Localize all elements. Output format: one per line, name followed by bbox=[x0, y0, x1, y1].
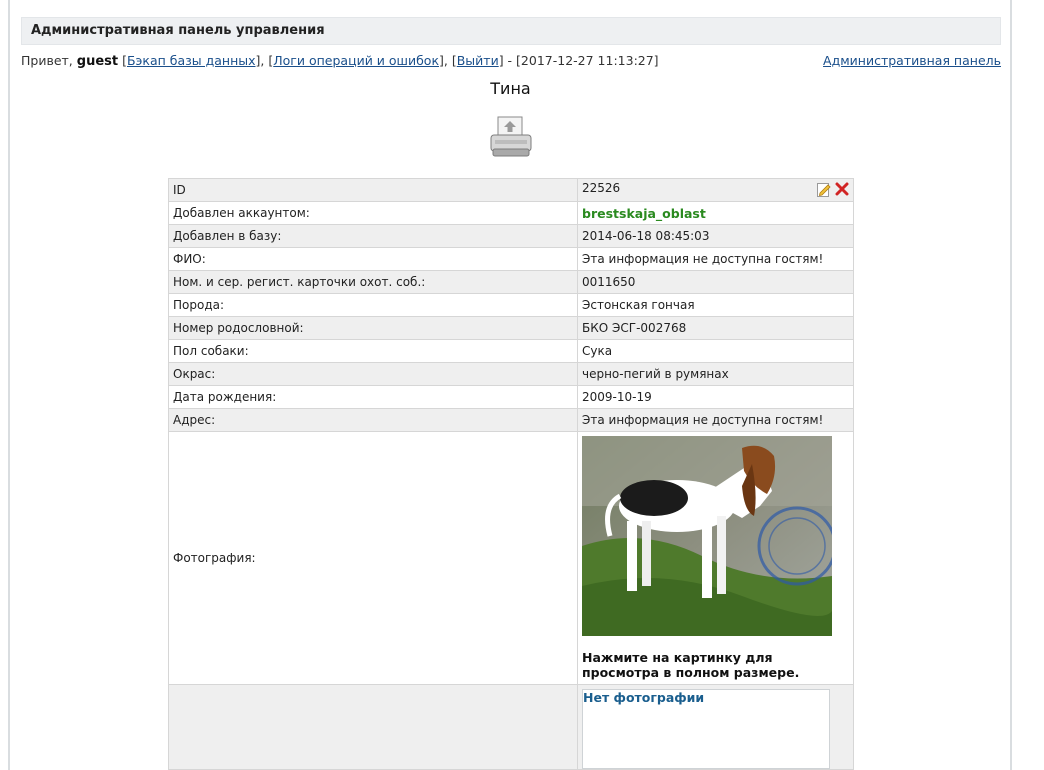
table-row: Номер родословной: БКО ЭСГ-002768 bbox=[168, 316, 854, 340]
row-label: Порода: bbox=[168, 293, 578, 317]
row-label: Пол собаки: bbox=[168, 339, 578, 363]
table-row: Нет фотографии bbox=[168, 684, 854, 770]
row-label: ID bbox=[168, 178, 578, 202]
no-photo-text: Нет фотографии bbox=[583, 690, 705, 705]
account-name: brestskaja_oblast bbox=[582, 205, 706, 221]
record-table: ID 22526 Добавлен аккаунтом: brestskaja_… bbox=[168, 178, 854, 770]
row-label: Фотография: bbox=[168, 431, 578, 685]
row-value: 2009-10-19 bbox=[577, 385, 854, 409]
row-label: Добавлен аккаунтом: bbox=[168, 201, 578, 225]
table-row: ID 22526 bbox=[168, 178, 854, 202]
no-photo-cell: Нет фотографии bbox=[577, 684, 854, 770]
backup-link[interactable]: Бэкап базы данных bbox=[127, 53, 256, 68]
row-label: Ном. и сер. регист. карточки охот. соб.: bbox=[168, 270, 578, 294]
printer-icon[interactable] bbox=[489, 115, 533, 159]
id-value: 22526 bbox=[582, 180, 621, 195]
table-row: Окрас: черно-пегий в румянах bbox=[168, 362, 854, 386]
panel-title: Административная панель управления bbox=[31, 23, 325, 38]
record-title: Тина bbox=[490, 79, 531, 98]
photo-cell: Нажмите на картинку для просмотра в полн… bbox=[577, 431, 854, 685]
user-status-line: Привет, guest [Бэкап базы данных], [Логи… bbox=[21, 52, 1001, 70]
table-row: Добавлен в базу: 2014-06-18 08:45:03 bbox=[168, 224, 854, 248]
row-label: Адрес: bbox=[168, 408, 578, 432]
table-row: Порода: Эстонская гончая bbox=[168, 293, 854, 317]
row-value: БКО ЭСГ-002768 bbox=[577, 316, 854, 340]
admin-panel-link[interactable]: Административная панель bbox=[823, 52, 1001, 70]
row-actions bbox=[817, 182, 849, 200]
row-value: Эстонская гончая bbox=[577, 293, 854, 317]
row-value: 0011650 bbox=[577, 270, 854, 294]
table-row: Добавлен аккаунтом: brestskaja_oblast bbox=[168, 201, 854, 225]
logout-link[interactable]: Выйти bbox=[457, 53, 499, 68]
username: guest bbox=[76, 54, 119, 69]
row-label: Окрас: bbox=[168, 362, 578, 386]
row-label: Дата рождения: bbox=[168, 385, 578, 409]
dog-photo[interactable] bbox=[582, 436, 837, 636]
greeting-text: Привет, bbox=[21, 53, 73, 68]
row-value: 22526 bbox=[577, 178, 854, 202]
row-value: Эта информация не доступна гостям! bbox=[577, 247, 854, 271]
table-row: Дата рождения: 2009-10-19 bbox=[168, 385, 854, 409]
no-photo-box: Нет фотографии bbox=[582, 689, 830, 769]
table-row: Фотография: Нажмите на картинку для прос… bbox=[168, 431, 854, 685]
row-value: черно-пегий в румянах bbox=[577, 362, 854, 386]
table-row: Адрес: Эта информация не доступна гостям… bbox=[168, 408, 854, 432]
timestamp: [2017-12-27 11:13:27] bbox=[516, 53, 659, 68]
edit-icon[interactable] bbox=[817, 182, 831, 200]
logs-link[interactable]: Логи операций и ошибок bbox=[273, 53, 439, 68]
panel-header: Административная панель управления bbox=[21, 17, 1001, 45]
row-label: Номер родословной: bbox=[168, 316, 578, 340]
table-row: Ном. и сер. регист. карточки охот. соб.:… bbox=[168, 270, 854, 294]
table-row: Пол собаки: Сука bbox=[168, 339, 854, 363]
row-label-empty bbox=[168, 684, 578, 770]
row-label: Добавлен в базу: bbox=[168, 224, 578, 248]
row-value: 2014-06-18 08:45:03 bbox=[577, 224, 854, 248]
row-value: Сука bbox=[577, 339, 854, 363]
table-row: ФИО: Эта информация не доступна гостям! bbox=[168, 247, 854, 271]
row-value: Эта информация не доступна гостям! bbox=[577, 408, 854, 432]
row-label: ФИО: bbox=[168, 247, 578, 271]
delete-icon[interactable] bbox=[835, 182, 849, 199]
row-value: brestskaja_oblast bbox=[577, 201, 854, 225]
photo-caption: Нажмите на картинку для просмотра в полн… bbox=[582, 650, 800, 680]
